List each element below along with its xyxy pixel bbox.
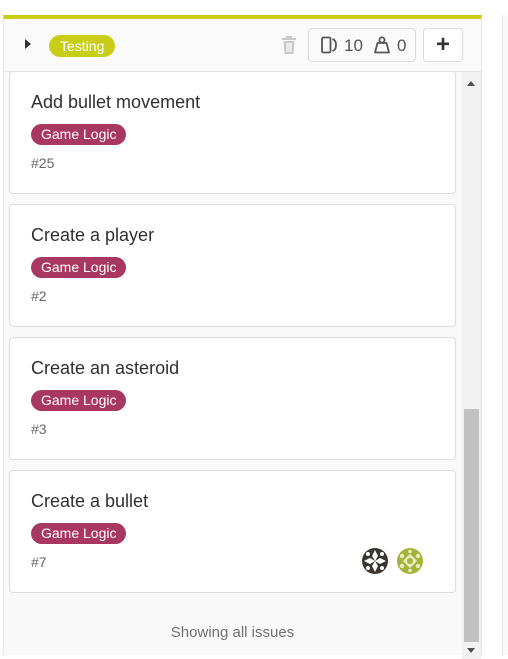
list-header: Testing 10 0 + (4, 19, 481, 72)
issue-card-list: Add bullet movement Game Logic #25 Creat… (4, 72, 481, 659)
issues-icon (321, 36, 337, 54)
issue-card[interactable]: Create an asteroid Game Logic #3 (9, 337, 456, 460)
vertical-scrollbar[interactable] (462, 72, 481, 659)
issue-title[interactable]: Create a bullet (31, 491, 148, 512)
issue-card[interactable]: Create a player Game Logic #2 (9, 204, 456, 327)
assignee-avatar[interactable] (396, 547, 424, 575)
assignee-avatar[interactable] (361, 547, 389, 575)
issue-counts: 10 0 (308, 28, 416, 62)
issue-label[interactable]: Game Logic (31, 390, 127, 411)
list-footer-status: Showing all issues (170, 624, 295, 641)
issue-number: #25 (31, 155, 55, 171)
issue-number: #3 (31, 421, 47, 437)
caret-right-icon[interactable] (25, 39, 31, 49)
issue-label[interactable]: Game Logic (31, 124, 127, 145)
add-issue-button[interactable]: + (423, 28, 463, 62)
board-list-column: Testing 10 0 + Add bullet movement Game … (3, 15, 482, 659)
issue-card[interactable]: Create a bullet Game Logic #7 (9, 470, 456, 593)
issue-title[interactable]: Create an asteroid (31, 358, 179, 379)
issue-label[interactable]: Game Logic (31, 257, 127, 278)
weight-icon (373, 36, 391, 54)
issue-number: #7 (31, 554, 47, 570)
scrollbar-thumb[interactable] (464, 409, 479, 642)
issue-title[interactable]: Create a player (31, 225, 154, 246)
issue-number: #2 (31, 288, 47, 304)
issue-card[interactable]: Add bullet movement Game Logic #25 (9, 72, 456, 194)
issue-label[interactable]: Game Logic (31, 523, 127, 544)
scroll-up-icon[interactable] (467, 81, 475, 86)
next-board-list-edge (502, 15, 508, 655)
list-label-badge[interactable]: Testing (49, 35, 116, 57)
issue-count: 10 (344, 36, 363, 55)
trash-icon[interactable] (280, 35, 298, 55)
weight-count: 0 (397, 36, 407, 55)
issue-title[interactable]: Add bullet movement (31, 92, 200, 113)
